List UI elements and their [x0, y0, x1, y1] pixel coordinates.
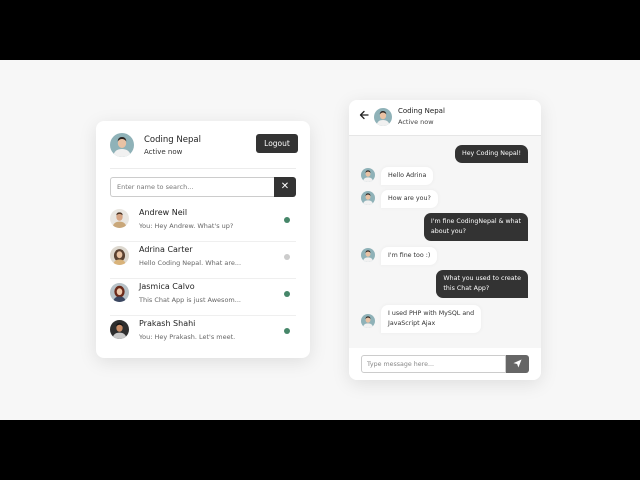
online-status-dot — [284, 217, 290, 223]
divider — [110, 168, 296, 169]
paper-plane-icon — [513, 359, 522, 368]
current-user-name: Coding Nepal — [144, 135, 201, 145]
user-last-message: You: Hey Andrew. What's up? — [139, 222, 234, 230]
chat-header: Coding Nepal Active now — [349, 100, 541, 136]
offline-status-dot — [284, 254, 290, 260]
chat-box: Hey Coding Nepal! Hello Adrina How are y… — [349, 136, 541, 348]
avatar — [110, 320, 129, 339]
typing-area — [349, 348, 541, 380]
online-status-dot — [284, 328, 290, 334]
chat-contact-status: Active now — [398, 118, 434, 126]
avatar — [110, 283, 129, 302]
search-button[interactable]: ✕ — [274, 177, 296, 197]
user-last-message: Hello Coding Nepal. What are... — [139, 259, 242, 267]
incoming-message: I used PHP with MySQL and JavaScript Aja… — [381, 305, 482, 333]
user-last-message: You: Hey Prakash. Let's meet. — [139, 333, 236, 341]
user-item-jasmica-calvo[interactable]: Jasmica Calvo This Chat App is just Awes… — [110, 279, 296, 316]
incoming-message: How are you? — [381, 190, 438, 208]
chat-panel: Coding Nepal Active now Hey Coding Nepal… — [349, 100, 541, 380]
incoming-message: I'm fine too :) — [381, 247, 438, 265]
avatar — [110, 246, 129, 265]
user-item-prakash-shahi[interactable]: Prakash Shahi You: Hey Prakash. Let's me… — [110, 316, 296, 353]
search-bar: ✕ — [110, 177, 296, 197]
logout-button[interactable]: Logout — [256, 134, 298, 153]
user-name: Prakash Shahi — [139, 319, 196, 328]
avatar — [361, 314, 375, 328]
user-item-andrew-neil[interactable]: Andrew Neil You: Hey Andrew. What's up? — [110, 205, 296, 242]
outgoing-message: I'm fine CodingNepal & what about you? — [423, 213, 528, 241]
users-panel: Coding Nepal Active now Logout ✕ Andrew … — [96, 121, 310, 358]
user-name: Jasmica Calvo — [139, 282, 195, 291]
outgoing-message: What you used to create this Chat App? — [436, 270, 528, 298]
message-input[interactable] — [361, 355, 506, 373]
close-icon: ✕ — [280, 181, 290, 192]
user-name: Andrew Neil — [139, 208, 188, 217]
send-button[interactable] — [506, 355, 529, 373]
avatar — [374, 108, 392, 126]
avatar — [110, 209, 129, 228]
chat-contact-name: Coding Nepal — [398, 107, 445, 115]
incoming-message: Hello Adrina — [381, 167, 434, 185]
arrow-left-icon[interactable] — [359, 110, 371, 124]
user-item-adrina-carter[interactable]: Adrina Carter Hello Coding Nepal. What a… — [110, 242, 296, 279]
current-user-status: Active now — [144, 148, 183, 156]
user-last-message: This Chat App is just Awesom... — [139, 296, 241, 304]
avatar — [361, 168, 375, 182]
search-input[interactable] — [110, 177, 275, 197]
avatar — [110, 133, 134, 157]
outgoing-message: Hey Coding Nepal! — [454, 145, 528, 163]
app-stage: Coding Nepal Active now Logout ✕ Andrew … — [0, 60, 640, 420]
online-status-dot — [284, 291, 290, 297]
user-name: Adrina Carter — [139, 245, 193, 254]
avatar — [361, 248, 375, 262]
avatar — [361, 191, 375, 205]
users-header: Coding Nepal Active now Logout — [110, 133, 298, 159]
